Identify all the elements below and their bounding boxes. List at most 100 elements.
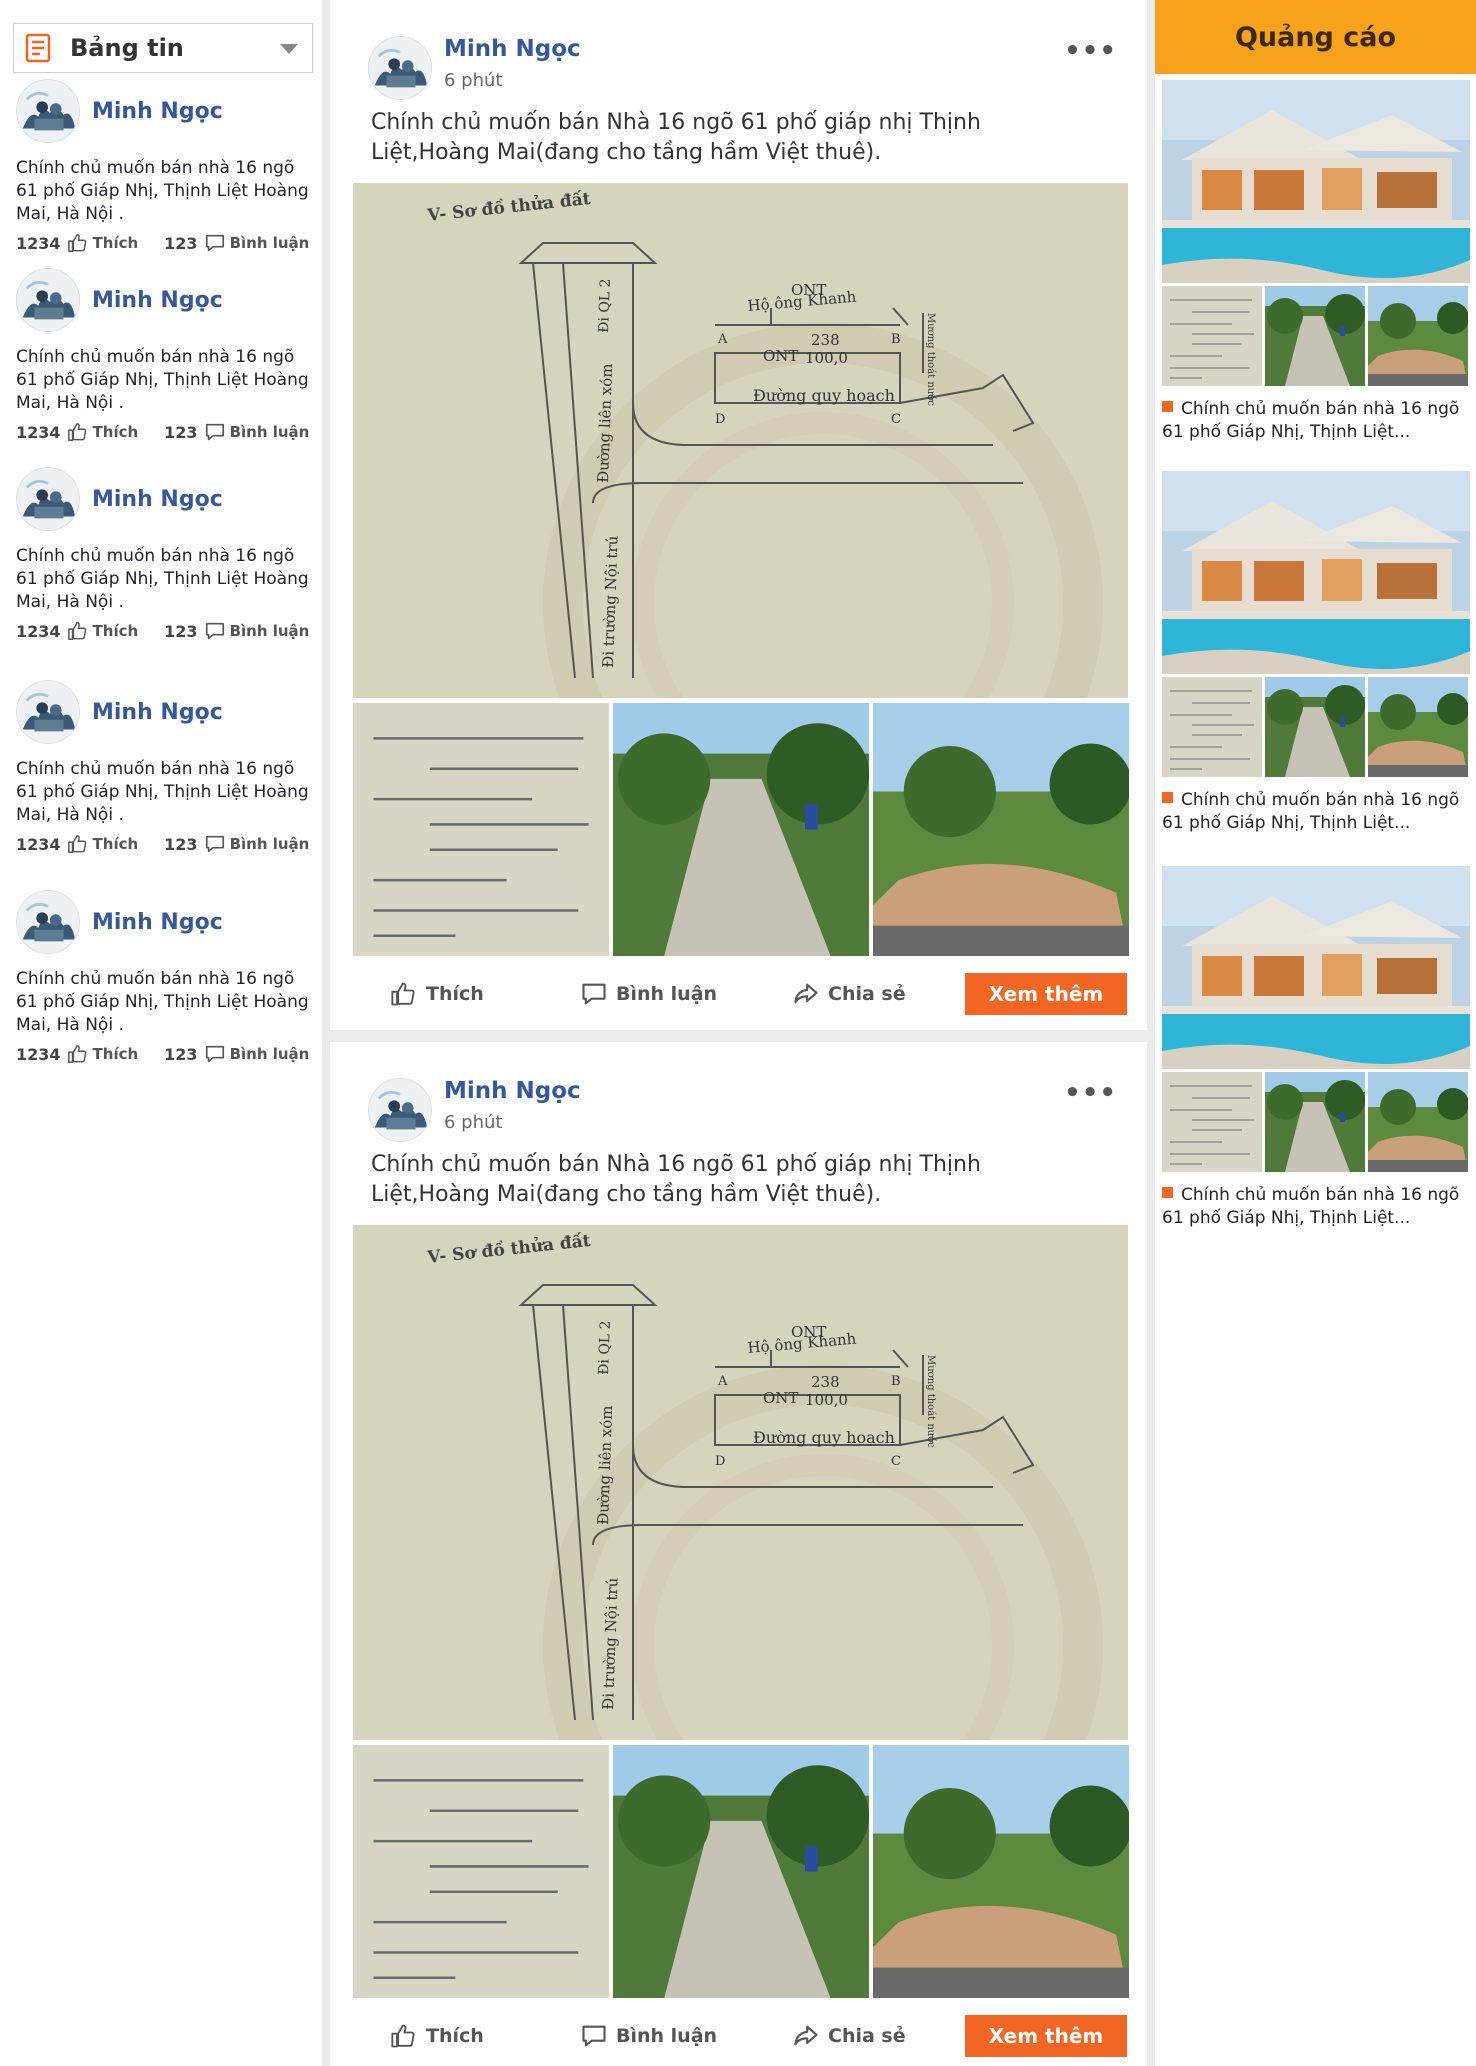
share-button[interactable]: Chia sẻ bbox=[792, 2022, 906, 2050]
author-name[interactable]: Minh Ngọc bbox=[92, 487, 223, 512]
newsfeed-dropdown[interactable]: Bảng tin bbox=[13, 23, 313, 73]
ad-main-image[interactable] bbox=[1162, 866, 1470, 1069]
comment-icon[interactable] bbox=[204, 833, 226, 855]
post-thumbnail[interactable] bbox=[613, 703, 869, 956]
sidebar-post[interactable]: Minh Ngọc Chính chủ muốn bán nhà 16 ngõ … bbox=[16, 467, 316, 642]
see-more-button[interactable]: Xem thêm bbox=[965, 973, 1127, 1015]
ad-main-image[interactable] bbox=[1162, 471, 1470, 674]
author-name[interactable]: Minh Ngọc bbox=[92, 288, 223, 313]
ad-caption[interactable]: Chính chủ muốn bán nhà 16 ngõ 61 phố Giá… bbox=[1162, 790, 1459, 833]
ad-thumbnail[interactable] bbox=[1162, 677, 1262, 777]
like-icon[interactable] bbox=[67, 620, 89, 642]
ad-caption[interactable]: Chính chủ muốn bán nhà 16 ngõ 61 phố Giá… bbox=[1162, 1185, 1459, 1228]
map-label-ditch: Mương thoát nước bbox=[925, 1355, 936, 1448]
avatar[interactable] bbox=[16, 79, 80, 143]
author-name[interactable]: Minh Ngọc bbox=[444, 36, 581, 62]
ad-main-image[interactable] bbox=[1162, 80, 1470, 283]
like-button[interactable]: Thích bbox=[390, 2022, 484, 2050]
post-actions: Thích Bình luận Chia sẻ Xem thêm bbox=[330, 970, 1147, 1026]
map-corner-c: C bbox=[891, 1454, 901, 1469]
newsfeed-icon bbox=[25, 33, 51, 63]
sidebar-post[interactable]: Minh Ngọc Chính chủ muốn bán nhà 16 ngõ … bbox=[16, 680, 316, 855]
ad-item[interactable]: Chính chủ muốn bán nhà 16 ngõ 61 phố Giá… bbox=[1162, 80, 1470, 444]
like-icon[interactable] bbox=[67, 833, 89, 855]
like-label[interactable]: Thích bbox=[93, 622, 139, 640]
post-excerpt[interactable]: Chính chủ muốn bán nhà 16 ngõ 61 phố Giá… bbox=[16, 346, 316, 415]
comment-icon[interactable] bbox=[204, 1043, 226, 1065]
ad-item[interactable]: Chính chủ muốn bán nhà 16 ngõ 61 phố Giá… bbox=[1162, 866, 1470, 1230]
comment-button[interactable]: Bình luận bbox=[580, 2022, 717, 2050]
ad-caption[interactable]: Chính chủ muốn bán nhà 16 ngõ 61 phố Giá… bbox=[1162, 399, 1459, 442]
author-name[interactable]: Minh Ngọc bbox=[92, 700, 223, 725]
like-icon[interactable] bbox=[67, 421, 89, 443]
post-timestamp[interactable]: 6 phút bbox=[444, 70, 581, 91]
comment-label[interactable]: Bình luận bbox=[230, 1045, 310, 1063]
ad-thumbnail[interactable] bbox=[1368, 286, 1468, 386]
ad-thumbnail[interactable] bbox=[1162, 286, 1262, 386]
ad-thumbnail[interactable] bbox=[1265, 286, 1365, 386]
map-corner-c: C bbox=[891, 412, 901, 427]
comment-label: Bình luận bbox=[616, 983, 718, 1005]
feed-post: Minh Ngọc 6 phút ••• Chính chủ muốn bán … bbox=[330, 0, 1147, 1030]
ad-thumbnail[interactable] bbox=[1368, 1072, 1468, 1172]
avatar[interactable] bbox=[16, 268, 80, 332]
post-excerpt[interactable]: Chính chủ muốn bán nhà 16 ngõ 61 phố Giá… bbox=[16, 968, 316, 1037]
post-thumbnail[interactable] bbox=[353, 1745, 609, 1998]
comment-label[interactable]: Bình luận bbox=[230, 835, 310, 853]
share-icon bbox=[792, 2022, 820, 2050]
sidebar-post[interactable]: Minh Ngọc Chính chủ muốn bán nhà 16 ngõ … bbox=[16, 890, 316, 1065]
post-excerpt[interactable]: Chính chủ muốn bán nhà 16 ngõ 61 phố Giá… bbox=[16, 545, 316, 614]
post-thumbnail[interactable] bbox=[873, 1745, 1129, 1998]
comment-label[interactable]: Bình luận bbox=[230, 423, 310, 441]
like-label[interactable]: Thích bbox=[93, 835, 139, 853]
comment-label[interactable]: Bình luận bbox=[230, 622, 310, 640]
like-icon[interactable] bbox=[67, 1043, 89, 1065]
comment-button[interactable]: Bình luận bbox=[580, 980, 717, 1008]
bullet-icon bbox=[1162, 1187, 1173, 1198]
more-icon[interactable]: ••• bbox=[1064, 1078, 1117, 1108]
bullet-icon bbox=[1162, 792, 1173, 803]
comment-icon[interactable] bbox=[204, 232, 226, 254]
post-excerpt[interactable]: Chính chủ muốn bán nhà 16 ngõ 61 phố Giá… bbox=[16, 157, 316, 226]
comment-icon[interactable] bbox=[204, 421, 226, 443]
feed-post: Minh Ngọc 6 phút ••• Chính chủ muốn bán … bbox=[330, 1042, 1147, 2066]
like-label[interactable]: Thích bbox=[93, 423, 139, 441]
comment-icon[interactable] bbox=[204, 620, 226, 642]
comment-count: 123 bbox=[164, 621, 198, 641]
ad-thumbnail[interactable] bbox=[1162, 1072, 1262, 1172]
more-icon[interactable]: ••• bbox=[1064, 36, 1117, 66]
ads-sidebar: Quảng cáo Chính chủ muốn bán nhà 16 ngõ … bbox=[1155, 0, 1476, 2066]
sidebar-post[interactable]: Minh Ngọc Chính chủ muốn bán nhà 16 ngõ … bbox=[16, 79, 316, 254]
ad-thumbnail[interactable] bbox=[1265, 677, 1365, 777]
ads-header: Quảng cáo bbox=[1155, 0, 1476, 74]
like-label[interactable]: Thích bbox=[93, 234, 139, 252]
post-thumbnail[interactable] bbox=[613, 1745, 869, 1998]
post-main-image[interactable]: V- Sơ đồ thửa đất Đi QL 2 ONT Hộ ông Kha… bbox=[353, 183, 1128, 698]
avatar[interactable] bbox=[16, 680, 80, 744]
comment-label[interactable]: Bình luận bbox=[230, 234, 310, 252]
author-name[interactable]: Minh Ngọc bbox=[92, 910, 223, 935]
see-more-button[interactable]: Xem thêm bbox=[965, 2015, 1127, 2057]
like-label[interactable]: Thích bbox=[93, 1045, 139, 1063]
post-excerpt[interactable]: Chính chủ muốn bán nhà 16 ngõ 61 phố Giá… bbox=[16, 758, 316, 827]
like-button[interactable]: Thích bbox=[390, 980, 484, 1008]
comment-label: Bình luận bbox=[616, 2025, 718, 2047]
post-timestamp[interactable]: 6 phút bbox=[444, 1112, 581, 1133]
ad-thumbnail[interactable] bbox=[1368, 677, 1468, 777]
share-button[interactable]: Chia sẻ bbox=[792, 980, 906, 1008]
author-name[interactable]: Minh Ngọc bbox=[92, 99, 223, 124]
like-icon[interactable] bbox=[67, 232, 89, 254]
post-thumbnail[interactable] bbox=[873, 703, 1129, 956]
post-thumbnail[interactable] bbox=[353, 703, 609, 956]
avatar[interactable] bbox=[368, 36, 432, 100]
avatar[interactable] bbox=[16, 890, 80, 954]
ad-thumbnail[interactable] bbox=[1265, 1072, 1365, 1172]
post-actions: Thích Bình luận Chia sẻ Xem thêm bbox=[330, 2012, 1147, 2066]
post-main-image[interactable]: V- Sơ đồ thửa đất Đi QL 2 ONT Hộ ông Kha… bbox=[353, 1225, 1128, 1740]
avatar[interactable] bbox=[16, 467, 80, 531]
ad-item[interactable]: Chính chủ muốn bán nhà 16 ngõ 61 phố Giá… bbox=[1162, 471, 1470, 835]
page: Bảng tin Minh Ngọc Chính chủ muốn bán nh… bbox=[0, 0, 1476, 2066]
avatar[interactable] bbox=[368, 1078, 432, 1142]
sidebar-post[interactable]: Minh Ngọc Chính chủ muốn bán nhà 16 ngõ … bbox=[16, 268, 316, 443]
author-name[interactable]: Minh Ngọc bbox=[444, 1078, 581, 1104]
